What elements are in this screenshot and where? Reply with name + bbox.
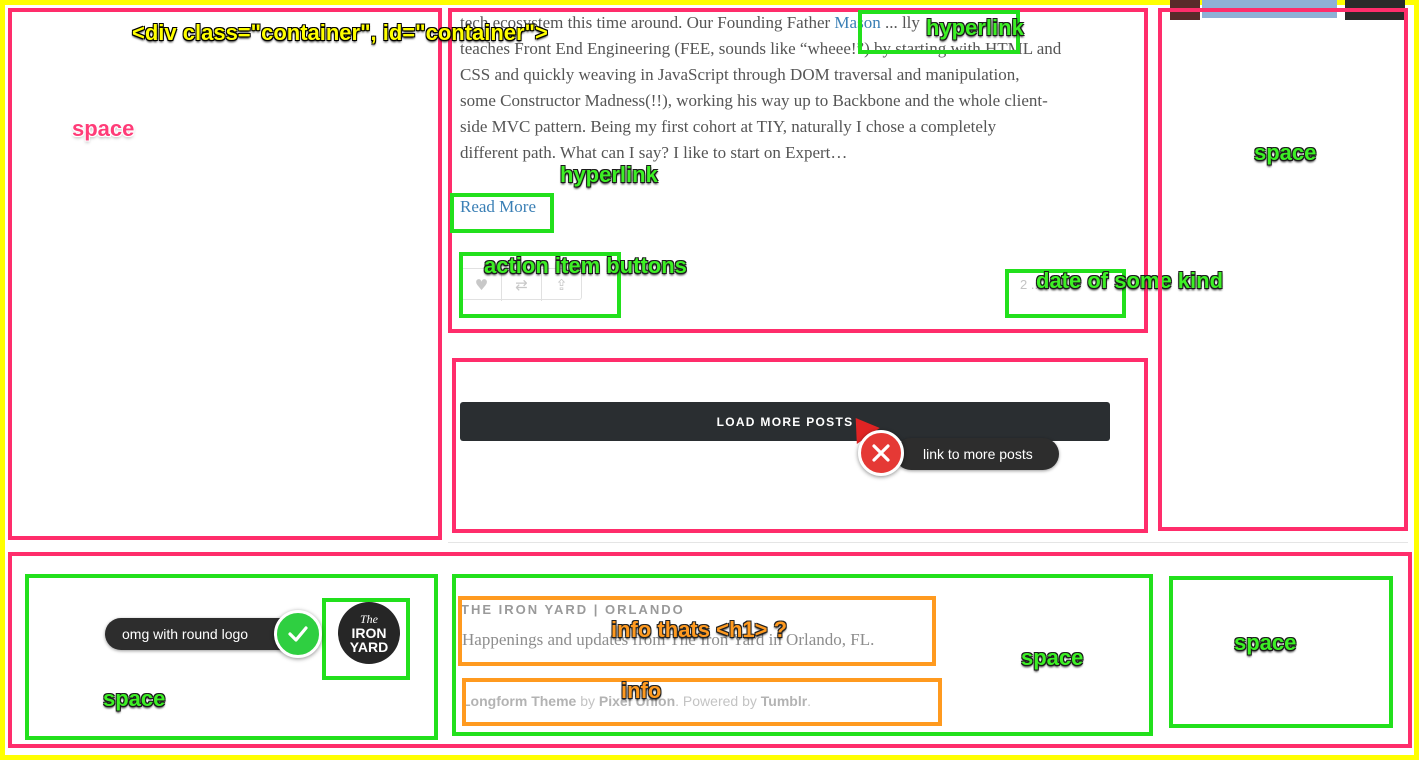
footer-left-space-label: space xyxy=(103,686,166,711)
load-more-posts-button[interactable]: LOAD MORE POSTS xyxy=(460,402,1110,441)
footer-right-space-label: space xyxy=(1234,630,1297,655)
read-more-outline xyxy=(450,193,554,233)
footer-divider xyxy=(448,542,1408,543)
close-glyph xyxy=(872,444,890,462)
post-line-2: CSS and quickly weaving in JavaScript th… xyxy=(460,65,1020,84)
hyperlink-read-label: hyperlink xyxy=(560,162,658,187)
info-h1-label: info thats <h1> ? xyxy=(611,617,788,642)
right-space-region xyxy=(1158,8,1408,531)
right-space-label: space xyxy=(1254,140,1317,165)
left-space-region xyxy=(8,8,442,540)
footer-middle-space-label: space xyxy=(1021,645,1084,670)
container-label: <div class="container", id="container"> xyxy=(132,20,548,45)
info-label: info xyxy=(621,678,662,703)
close-icon xyxy=(858,430,904,476)
checkmark-icon xyxy=(274,610,322,658)
info-outline xyxy=(462,678,942,726)
post-line-5: different path. What can I say? I like t… xyxy=(460,143,848,162)
logo-outline xyxy=(322,598,410,680)
action-items-label: action item buttons xyxy=(484,253,687,278)
left-space-label: space xyxy=(72,116,135,141)
hyperlink-top-label: hyperlink xyxy=(926,15,1024,40)
checkmark-glyph xyxy=(288,626,308,642)
load-tooltip: link to more posts xyxy=(895,438,1059,470)
post-line-4: side MVC pattern. Being my first cohort … xyxy=(460,117,997,136)
logo-tooltip-text: omg with round logo xyxy=(122,626,249,642)
post-line-3: some Constructor Madness(!!), working hi… xyxy=(460,91,1048,110)
load-tooltip-text: link to more posts xyxy=(923,446,1033,462)
